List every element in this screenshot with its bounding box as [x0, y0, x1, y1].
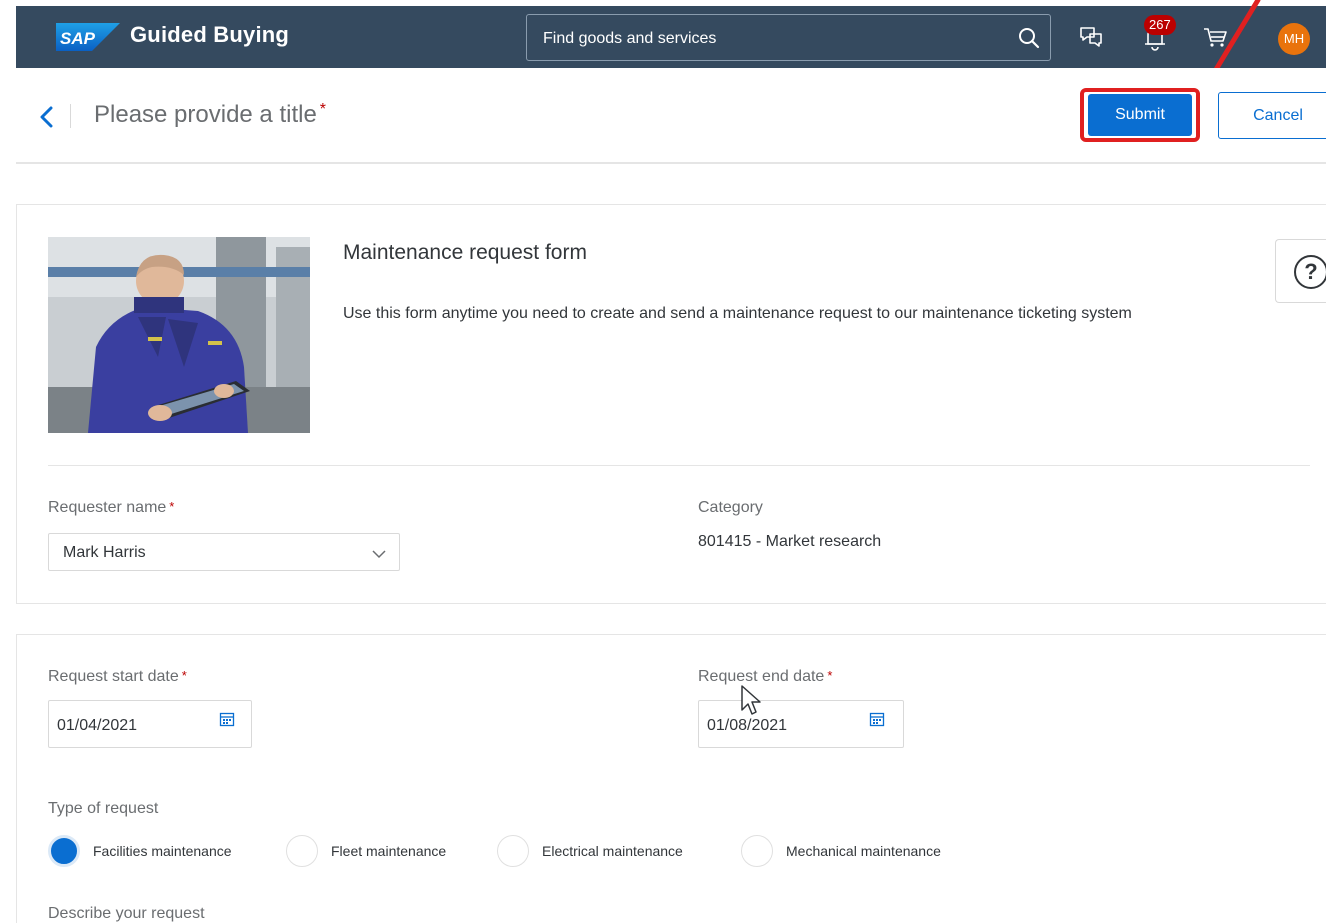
page-header: Please provide a title * Submit Cancel	[16, 68, 1326, 164]
describe-label: Describe your request	[48, 905, 205, 922]
end-date-input[interactable]: 01/08/2021	[698, 700, 904, 748]
page-title[interactable]: Please provide a title *	[94, 101, 326, 129]
search-placeholder: Find goods and services	[543, 30, 717, 47]
radio-circle[interactable]	[497, 835, 529, 867]
search-icon[interactable]	[1016, 25, 1042, 51]
back-chevron-icon[interactable]	[34, 102, 60, 132]
requester-value: Mark Harris	[63, 544, 146, 561]
start-date-label: Request start date *	[48, 668, 187, 686]
cart-icon[interactable]	[1200, 22, 1230, 52]
calendar-icon[interactable]	[869, 711, 885, 727]
radio-electrical[interactable]: Electrical maintenance	[497, 835, 717, 867]
radio-fleet[interactable]: Fleet maintenance	[286, 835, 476, 867]
requester-label: Requester name *	[48, 499, 174, 517]
end-date-label: Request end date *	[698, 668, 832, 686]
start-date-label-text: Request start date	[48, 668, 179, 685]
required-mark: *	[169, 499, 175, 514]
sap-logo[interactable]: SAP	[56, 23, 120, 51]
form-info-card: Maintenance request form Use this form a…	[16, 204, 1326, 604]
start-date-value: 01/04/2021	[57, 717, 138, 734]
radio-label: Facilities maintenance	[93, 843, 232, 859]
request-details-card: Request start date * 01/04/2021 Request e…	[16, 634, 1326, 923]
required-mark: *	[319, 101, 327, 118]
chevron-down-icon	[372, 550, 386, 559]
svg-text:SAP: SAP	[60, 29, 96, 48]
type-radio-group: Facilities maintenance Fleet maintenance…	[48, 835, 1048, 875]
requester-select[interactable]: Mark Harris	[48, 533, 400, 571]
notification-badge: 267	[1144, 15, 1176, 35]
category-value: 801415 - Market research	[698, 533, 882, 550]
user-avatar[interactable]: MH	[1278, 23, 1310, 55]
start-date-input[interactable]: 01/04/2021	[48, 700, 252, 748]
calendar-icon[interactable]	[219, 711, 235, 727]
radio-circle[interactable]	[286, 835, 318, 867]
chat-icon[interactable]	[1076, 22, 1106, 52]
required-mark: *	[827, 668, 833, 683]
end-date-value: 01/08/2021	[707, 717, 788, 734]
radio-label: Fleet maintenance	[331, 843, 447, 859]
search-field[interactable]: Find goods and services	[526, 14, 1051, 61]
app-title: Guided Buying	[130, 22, 290, 47]
technician-photo	[48, 237, 310, 433]
form-title: Maintenance request form	[343, 241, 587, 264]
shell-bar: SAP Guided Buying Find goods and service…	[16, 6, 1326, 68]
radio-mechanical[interactable]: Mechanical maintenance	[741, 835, 981, 867]
page-title-text: Please provide a title	[94, 101, 317, 128]
submit-button[interactable]: Submit	[1088, 94, 1192, 136]
end-date-label-text: Request end date	[698, 668, 825, 685]
form-description: Use this form anytime you need to create…	[343, 305, 1132, 322]
type-label: Type of request	[48, 800, 159, 817]
radio-label: Electrical maintenance	[542, 843, 683, 859]
radio-circle[interactable]	[741, 835, 773, 867]
radio-circle[interactable]	[48, 835, 80, 867]
help-button[interactable]: ?	[1275, 239, 1326, 303]
title-separator	[70, 104, 71, 128]
section-divider	[48, 465, 1310, 466]
radio-facilities[interactable]: Facilities maintenance	[48, 835, 268, 867]
required-mark: *	[181, 668, 187, 683]
cancel-button[interactable]: Cancel	[1218, 92, 1326, 139]
requester-label-text: Requester name	[48, 499, 167, 516]
category-label: Category	[698, 499, 763, 516]
page: SAP Guided Buying Find goods and service…	[0, 0, 1326, 923]
radio-label: Mechanical maintenance	[786, 843, 941, 859]
help-icon: ?	[1294, 255, 1326, 289]
